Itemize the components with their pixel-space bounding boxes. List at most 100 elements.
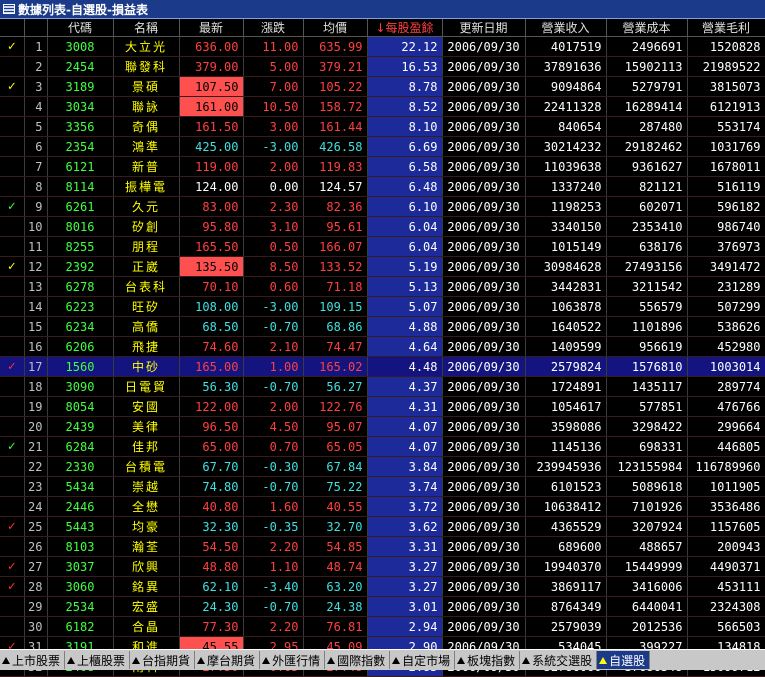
col-header-avg[interactable]: 均價	[303, 19, 368, 37]
operating-revenue: 1145136	[525, 436, 607, 457]
table-row[interactable]: 13 6278 台表科 70.10 0.60 71.18 5.13 2006/09/30 344…	[0, 276, 765, 297]
table-row[interactable]: 2 2454 聯發科 379.00 5.00 379.21 16.53 2006/09/30 3…	[0, 56, 765, 77]
tab-5[interactable]: 國際指數	[325, 651, 391, 669]
table-row[interactable]: 15 6234 高僑 68.50 -0.70 68.86 4.88 2006/09/30 164…	[0, 316, 765, 337]
table-row[interactable]: 29 2534 宏盛 24.30 -0.70 24.38 3.01 2006/09/30 876…	[0, 596, 765, 617]
stock-name: 台積電	[113, 456, 180, 477]
table-row[interactable]: 16 6206 飛捷 74.60 2.10 74.47 4.64 2006/09/30 1409…	[0, 336, 765, 357]
stock-name: 矽創	[113, 216, 180, 237]
table-row[interactable]: 5 3356 奇偶 161.50 3.00 161.44 8.10 2006/09/30 840…	[0, 116, 765, 137]
check-mark-icon: ✓	[0, 256, 25, 277]
col-header-code[interactable]: 代碼	[47, 19, 114, 37]
price-change: 5.00	[243, 56, 304, 77]
table-row[interactable]: 11 8255 朋程 165.50 0.50 166.07 6.04 2006/09/30 10…	[0, 236, 765, 257]
eps-value: 8.78	[367, 76, 443, 97]
update-date: 2006/09/30	[442, 436, 526, 457]
table-row[interactable]: ✓ 12 2392 正崴 135.50 8.50 133.52 5.19 2006/09/30 3…	[0, 256, 765, 277]
table-row[interactable]: 6 2354 鴻準 425.00 -3.00 426.58 6.69 2006/09/30 30…	[0, 136, 765, 157]
check-mark-icon: ✓	[0, 556, 25, 577]
check-mark-icon	[0, 456, 25, 477]
col-header-mark[interactable]	[0, 19, 25, 37]
latest-price: 70.10	[179, 276, 244, 297]
eps-value: 6.58	[367, 156, 443, 177]
col-header-date[interactable]: 更新日期	[442, 19, 526, 37]
tab-3[interactable]: 摩台期貨	[195, 651, 261, 669]
table-row[interactable]: 7 6121 新普 119.00 2.00 119.83 6.58 2006/09/30 110…	[0, 156, 765, 177]
check-mark-icon	[0, 296, 25, 317]
eps-value: 3.27	[367, 576, 443, 597]
table-row[interactable]: ✓ 1 3008 大立光 636.00 11.00 635.99 22.12 2006/09/3…	[0, 36, 765, 57]
update-date: 2006/09/30	[442, 196, 526, 217]
gross-profit: 516119	[687, 176, 765, 197]
gross-profit: 452980	[687, 336, 765, 357]
stock-name: 正崴	[113, 256, 180, 277]
table-row[interactable]: 4 3034 聯詠 161.00 10.50 158.72 8.52 2006/09/30 22…	[0, 96, 765, 117]
gross-profit: 596182	[687, 196, 765, 217]
average-price: 379.21	[303, 56, 368, 77]
table-row[interactable]: ✓ 28 3060 銘異 62.10 -3.40 63.20 3.27 2006/09/30 38…	[0, 576, 765, 597]
gross-profit: 446805	[687, 436, 765, 457]
table-row[interactable]: 30 6182 合晶 77.30 2.20 76.81 2.94 2006/09/30 2579…	[0, 616, 765, 637]
row-number: 19	[24, 396, 48, 417]
tab-label: 自定市場	[402, 653, 451, 668]
tab-8[interactable]: 系統交選股	[520, 651, 598, 669]
stock-code: 6223	[47, 296, 114, 317]
average-price: 24.38	[303, 596, 368, 617]
price-change: 2.20	[243, 536, 304, 557]
table-row[interactable]: ✓ 9 6261 久元 83.00 2.30 82.36 6.10 2006/09/30 1198…	[0, 196, 765, 217]
table-row[interactable]: 10 8016 矽創 95.80 3.10 95.61 6.04 2006/09/30 3340…	[0, 216, 765, 237]
col-header-cost[interactable]: 營業成本	[606, 19, 688, 37]
eps-value: 8.52	[367, 96, 443, 117]
row-number: 21	[24, 436, 48, 457]
gross-profit: 1003014	[687, 356, 765, 377]
table-row[interactable]: 20 2439 美律 96.50 4.50 95.07 4.07 2006/09/30 3598…	[0, 416, 765, 437]
price-change: -0.70	[243, 476, 304, 497]
tab-2[interactable]: 台指期貨	[130, 651, 196, 669]
col-header-eps[interactable]: ↓每股盈餘	[367, 19, 443, 37]
eps-value: 4.64	[367, 336, 443, 357]
data-table: 代碼 名稱 最新 漲跌 均價 ↓每股盈餘 更新日期 營業收入 營業成本 營業毛利…	[0, 19, 765, 677]
window-titlebar: 數據列表-自選股-損益表	[0, 0, 765, 19]
table-row[interactable]: 18 3090 日電貿 56.30 -0.70 56.27 4.37 2006/09/30 17…	[0, 376, 765, 397]
table-row[interactable]: ✓ 27 3037 欣興 48.80 1.10 48.74 3.27 2006/09/30 199…	[0, 556, 765, 577]
col-header-gross[interactable]: 營業毛利	[687, 19, 765, 37]
tab-0[interactable]: 上市股票	[0, 651, 66, 669]
col-header-no[interactable]	[24, 19, 48, 37]
stock-code: 3060	[47, 576, 114, 597]
table-row[interactable]: ✓ 17 1560 中砂 165.00 1.00 165.02 4.48 2006/09/30 2…	[0, 356, 765, 377]
table-row[interactable]: ✓ 3 3189 景碩 107.50 7.00 105.22 8.78 2006/09/30 90…	[0, 76, 765, 97]
tab-label: 上櫃股票	[77, 653, 126, 668]
tab-4[interactable]: 外匯行情	[260, 651, 326, 669]
table-row[interactable]: 23 5434 崇越 74.80 -0.70 75.22 3.74 2006/09/30 610…	[0, 476, 765, 497]
table-row[interactable]: 24 2446 全懋 40.80 1.60 40.55 3.72 2006/09/30 1063…	[0, 496, 765, 517]
col-header-change[interactable]: 漲跌	[243, 19, 304, 37]
operating-cost: 3416006	[606, 576, 688, 597]
table-row[interactable]: 14 6223 旺矽 108.00 -3.00 109.15 5.07 2006/09/30 1…	[0, 296, 765, 317]
table-row[interactable]: 22 2330 台積電 67.70 -0.30 67.84 3.84 2006/09/30 23…	[0, 456, 765, 477]
stock-code: 2454	[47, 56, 114, 77]
latest-price: 124.00	[179, 176, 244, 197]
operating-revenue: 8764349	[525, 596, 607, 617]
operating-revenue: 1054617	[525, 396, 607, 417]
update-date: 2006/09/30	[442, 56, 526, 77]
tab-9[interactable]: 自選股	[597, 651, 651, 669]
stock-name: 景碩	[113, 76, 180, 97]
col-header-name[interactable]: 名稱	[113, 19, 180, 37]
table-row[interactable]: ✓ 25 5443 均豪 32.30 -0.35 32.70 3.62 2006/09/30 43…	[0, 516, 765, 537]
tab-1[interactable]: 上櫃股票	[65, 651, 131, 669]
col-header-revenue[interactable]: 營業收入	[525, 19, 607, 37]
col-header-price[interactable]: 最新	[179, 19, 244, 37]
check-mark-icon	[0, 536, 25, 557]
tab-6[interactable]: 自定市場	[390, 651, 456, 669]
tab-7[interactable]: 板塊指數	[455, 651, 521, 669]
market-tab-bar: 上市股票 上櫃股票 台指期貨 摩台期貨 外匯行情 國際指數 自定市場 板塊指數 系統交選股 自選股	[0, 649, 765, 670]
eps-value: 4.07	[367, 436, 443, 457]
operating-revenue: 4365529	[525, 516, 607, 537]
latest-price: 636.00	[179, 36, 244, 57]
table-row[interactable]: ✓ 21 6284 佳邦 65.00 0.70 65.05 4.07 2006/09/30 114…	[0, 436, 765, 457]
table-row[interactable]: 26 8103 瀚荃 54.50 2.20 54.85 3.31 2006/09/30 6896…	[0, 536, 765, 557]
row-number: 6	[24, 136, 48, 157]
table-row[interactable]: 8 8114 振樺電 124.00 0.00 124.57 6.48 2006/09/30 13…	[0, 176, 765, 197]
table-row[interactable]: 19 8054 安國 122.00 2.00 122.76 4.31 2006/09/30 10…	[0, 396, 765, 417]
latest-price: 107.50	[179, 76, 244, 97]
